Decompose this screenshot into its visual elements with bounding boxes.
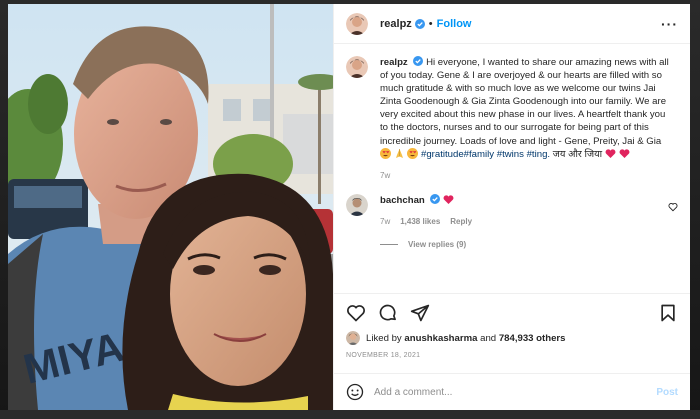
separator-dot: • [428,17,433,30]
selfie-illustration: MIYA [8,4,333,410]
view-replies-label[interactable]: View replies (9) [408,240,466,249]
folded-hands-emoji-icon [395,148,403,158]
caption-hindi-names: जय और जिया [552,148,603,160]
likes-summary: Liked by anushkasharma and 784,933 other… [334,331,690,345]
likes-and-label: and [480,332,497,344]
action-bar [334,293,690,331]
caption-row: realpz Hi everyone, I wanted to share ou… [346,56,678,161]
caption-body: Hi everyone, I wanted to share our amazi… [380,57,669,147]
comments-section: realpz Hi everyone, I wanted to share ou… [334,44,690,293]
verified-icon [414,18,425,29]
post-modal: MIYA realpz • Follow ··· realpz Hi every… [8,4,690,410]
background-strip [0,410,700,419]
follow-button[interactable]: Follow [437,18,472,30]
likes-count[interactable]: 784,933 others [499,333,566,344]
comment-input[interactable] [374,386,657,398]
commenter-username[interactable]: bachchan [380,195,425,206]
red-heart-emoji-icon [443,195,454,204]
liker-avatar[interactable] [346,331,360,345]
post-comment-button[interactable]: Post [656,387,678,398]
heart-eyes-emoji-icon [407,147,419,159]
heart-eyes-emoji-icon [380,147,391,159]
add-comment-bar: Post [334,373,690,410]
red-heart-emoji-icon [619,149,629,158]
comment-timestamp: 7w [380,216,391,226]
save-icon[interactable] [658,303,678,323]
post-header: realpz • Follow ··· [334,4,690,44]
post-date: NOVEMBER 18, 2021 [346,352,421,359]
smile-icon[interactable] [346,383,364,401]
comment-icon[interactable] [378,303,398,323]
caption-hashtags[interactable]: #gratitude#family #twins #ting. [421,149,550,160]
heart-icon[interactable] [346,303,366,323]
view-replies-button[interactable]: View replies (9) [380,240,678,249]
comment-like-heart-icon[interactable] [668,202,678,212]
verified-icon [430,193,441,204]
post-photo[interactable]: MIYA [8,4,333,410]
comment-body: bachchan 7w 1,438 likes Reply [380,193,472,226]
caption-username[interactable]: realpz [380,57,408,68]
verified-icon [413,56,424,66]
comment-likes-count[interactable]: 1,438 likes [400,217,440,226]
author-avatar[interactable] [346,12,368,35]
caption-author-avatar[interactable] [346,56,368,78]
comment-row: bachchan 7w 1,438 likes Reply [346,193,678,226]
replies-divider-line [380,243,398,245]
caption-text: realpz Hi everyone, I wanted to share ou… [380,56,670,161]
commenter-avatar[interactable] [346,193,368,216]
post-details-panel: realpz • Follow ··· realpz Hi everyone, … [333,4,690,410]
liked-by-label: Liked by [366,332,402,344]
liked-by-user[interactable]: anushkasharma [404,333,477,344]
more-options-icon[interactable]: ··· [661,16,678,32]
share-icon[interactable] [410,303,430,323]
caption-timestamp: 7w [380,170,391,180]
reply-button[interactable]: Reply [450,217,472,226]
red-heart-emoji-icon [605,149,616,158]
author-username[interactable]: realpz [380,18,412,30]
comment-meta: 7w 1,438 likes Reply [380,217,472,226]
